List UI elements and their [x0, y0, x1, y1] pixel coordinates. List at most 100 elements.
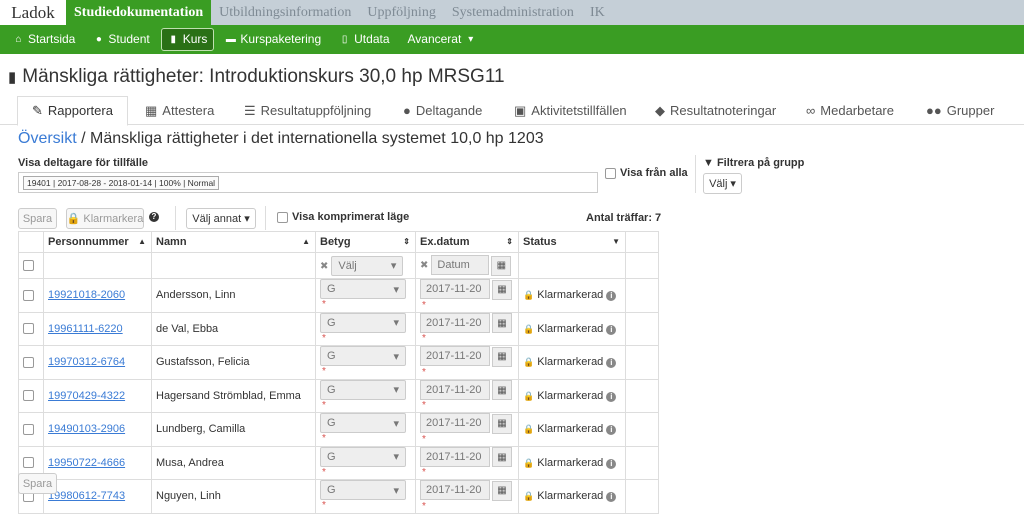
calendar-icon[interactable]: ▦	[492, 279, 512, 300]
exam-date-input[interactable]: 2017-11-20	[420, 346, 490, 366]
table-row: 19970312-6764 Gustafsson, Felicia G ▾ * 2017-…	[18, 345, 659, 380]
row-checkbox[interactable]	[23, 356, 34, 368]
topnav-tab-utbildningsinformation[interactable]: Utbildningsinformation	[211, 0, 359, 25]
occasion-select[interactable]: 19401 | 2017-08-28 - 2018-01-14 | 100% |…	[18, 172, 598, 193]
clear-icon[interactable]: ✖	[320, 261, 328, 272]
header-status[interactable]: Status ▼	[518, 231, 626, 253]
grade-select[interactable]: G ▾	[320, 346, 406, 367]
status-text: Klarmarkerad	[537, 289, 604, 302]
calendar-icon[interactable]: ▦	[491, 255, 512, 276]
tab-resultatnoteringar[interactable]: ◆ Resultatnoteringar	[655, 96, 776, 125]
calendar-icon[interactable]: ▦	[492, 480, 512, 501]
exam-date-input[interactable]: 2017-11-20	[420, 413, 490, 433]
personnummer-link[interactable]: 19961111-6220	[48, 323, 123, 335]
row-checkbox[interactable]	[23, 323, 34, 335]
grade-select[interactable]: G ▾	[320, 279, 406, 300]
calendar-icon[interactable]: ▦	[492, 380, 512, 400]
tab-resultatuppfoljning[interactable]: ☰ Resultatuppföljning	[244, 96, 371, 125]
caret-down-icon: ▾	[393, 417, 399, 430]
topnav-tab-uppfoljning[interactable]: Uppföljning	[359, 0, 443, 25]
topnav-tab-systemadministration[interactable]: Systemadministration	[444, 0, 582, 25]
compressed-checkbox[interactable]	[277, 211, 288, 223]
clear-icon[interactable]: ✖	[420, 260, 428, 271]
select-all-checkbox[interactable]	[23, 260, 34, 272]
nav-kurs[interactable]: ▮ Kurs	[160, 28, 215, 51]
tab-aktivitetstillfallen[interactable]: ▣ Aktivitetstillfällen	[514, 96, 627, 125]
header-select	[18, 231, 44, 253]
exam-date-input[interactable]: 2017-11-20	[420, 279, 490, 299]
info-icon[interactable]: i	[606, 458, 617, 469]
save-button-top[interactable]: Spara	[18, 208, 57, 229]
header-exdatum[interactable]: Ex.datum ⇕	[415, 231, 519, 253]
grade-select[interactable]: G ▾	[320, 312, 406, 333]
help-icon[interactable]: ?	[149, 212, 159, 222]
exam-date-input[interactable]: 2017-11-20	[420, 379, 490, 400]
table-row: 19950722-4666 Musa, Andrea G ▾ * 2017-11-20 ▦*…	[18, 445, 659, 480]
grade-select[interactable]: G ▾	[320, 413, 406, 434]
table-row: 19980612-7743 Nguyen, Linh G ▾ * 2017-11-20 ▦*…	[18, 479, 659, 514]
sort-icon: ⇕	[403, 237, 410, 246]
calendar-icon[interactable]: ▦	[492, 313, 512, 333]
student-name: de Val, Ebba	[151, 311, 316, 346]
info-icon[interactable]: i	[606, 291, 617, 302]
nav-avancerat[interactable]: Avancerat ▾	[401, 28, 484, 51]
grade-select[interactable]: G ▾	[320, 446, 406, 467]
tab-rapportera[interactable]: ✎ Rapportera	[17, 96, 128, 126]
nav-utdata[interactable]: ▯ Utdata	[332, 28, 396, 51]
row-checkbox[interactable]	[23, 457, 34, 469]
required-marker: *	[322, 500, 326, 512]
calendar-icon[interactable]: ▦	[492, 346, 512, 367]
page-title: ▮ Mänskliga rättigheter: Introduktionsku…	[8, 66, 505, 87]
nav-startsida[interactable]: ⌂ Startsida	[6, 28, 82, 51]
header-namn[interactable]: Namn ▲	[151, 231, 316, 253]
header-betyg[interactable]: Betyg ⇕	[315, 231, 416, 253]
personnummer-link[interactable]: 19950722-4666	[48, 457, 125, 469]
info-icon[interactable]: i	[606, 324, 617, 335]
topnav-tab-studiedokumentation[interactable]: Studiedokumentation	[66, 0, 212, 25]
occasion-tag[interactable]: 19401 | 2017-08-28 - 2018-01-14 | 100% |…	[23, 175, 220, 190]
mark-ready-button[interactable]: 🔒 Klarmarkera	[66, 208, 144, 229]
breadcrumb-link-oversikt[interactable]: Översikt	[18, 130, 77, 147]
row-checkbox[interactable]	[23, 289, 34, 301]
choose-other-dropdown[interactable]: Välj annat ▾	[186, 208, 256, 229]
personnummer-link[interactable]: 19970312-6764	[48, 356, 125, 368]
info-icon[interactable]: i	[606, 425, 617, 436]
row-checkbox[interactable]	[23, 390, 34, 402]
personnummer-link[interactable]: 19921018-2060	[48, 289, 125, 301]
exam-date-input[interactable]: 2017-11-20	[420, 312, 490, 333]
nav-kurspaketering[interactable]: ▬ Kurspaketering	[218, 28, 328, 51]
group-filter-label: ▼ Filtrera på grupp	[703, 157, 805, 169]
ladok-logo[interactable]: Ladok	[0, 0, 66, 25]
tab-grupper[interactable]: ●● Grupper	[926, 96, 994, 125]
show-all-checkbox[interactable]	[605, 167, 616, 179]
exam-date-input[interactable]: 2017-11-20	[420, 446, 490, 467]
topnav-tab-ik[interactable]: IK	[582, 0, 613, 25]
lock-icon: 🔒	[523, 457, 535, 468]
personnummer-link[interactable]: 19980612-7743	[48, 490, 125, 502]
calendar-icon[interactable]: ▦	[492, 413, 512, 434]
status-text: Klarmarkerad	[537, 356, 604, 369]
tab-deltagande[interactable]: ● Deltagande	[403, 96, 482, 125]
info-icon[interactable]: i	[606, 391, 617, 402]
info-icon[interactable]: i	[606, 358, 617, 369]
caret-down-icon: ▾	[393, 384, 399, 397]
group-select[interactable]: Välj ▾	[703, 173, 742, 194]
results-table: Personnummer ▲ Namn ▲ Betyg ⇕ Ex.datum ⇕ Sta…	[18, 231, 659, 514]
date-filter-input[interactable]: Datum	[431, 255, 490, 276]
tab-medarbetare[interactable]: ∞ Medarbetare	[806, 96, 894, 125]
calendar-icon[interactable]: ▦	[492, 447, 512, 467]
personnummer-link[interactable]: 19970429-4322	[48, 390, 125, 402]
tab-attestera[interactable]: ▦ Attestera	[145, 96, 214, 125]
grade-filter-select[interactable]: Välj ▾	[331, 255, 404, 276]
grade-select[interactable]: G ▾	[320, 379, 406, 400]
personnummer-link[interactable]: 19490103-2906	[48, 423, 125, 435]
grade-select[interactable]: G ▾	[320, 480, 406, 501]
row-checkbox[interactable]	[23, 423, 34, 435]
exam-date-input[interactable]: 2017-11-20	[420, 480, 490, 500]
status-text: Klarmarkerad	[537, 490, 604, 503]
table-icon: ▦	[145, 102, 158, 118]
header-personnummer[interactable]: Personnummer ▲	[43, 231, 152, 253]
nav-student[interactable]: ● Student	[86, 28, 156, 51]
filter-row: ✖ Välj ▾ ✖ Datum ▦	[18, 252, 659, 279]
save-button-bottom[interactable]: Spara	[18, 473, 57, 494]
